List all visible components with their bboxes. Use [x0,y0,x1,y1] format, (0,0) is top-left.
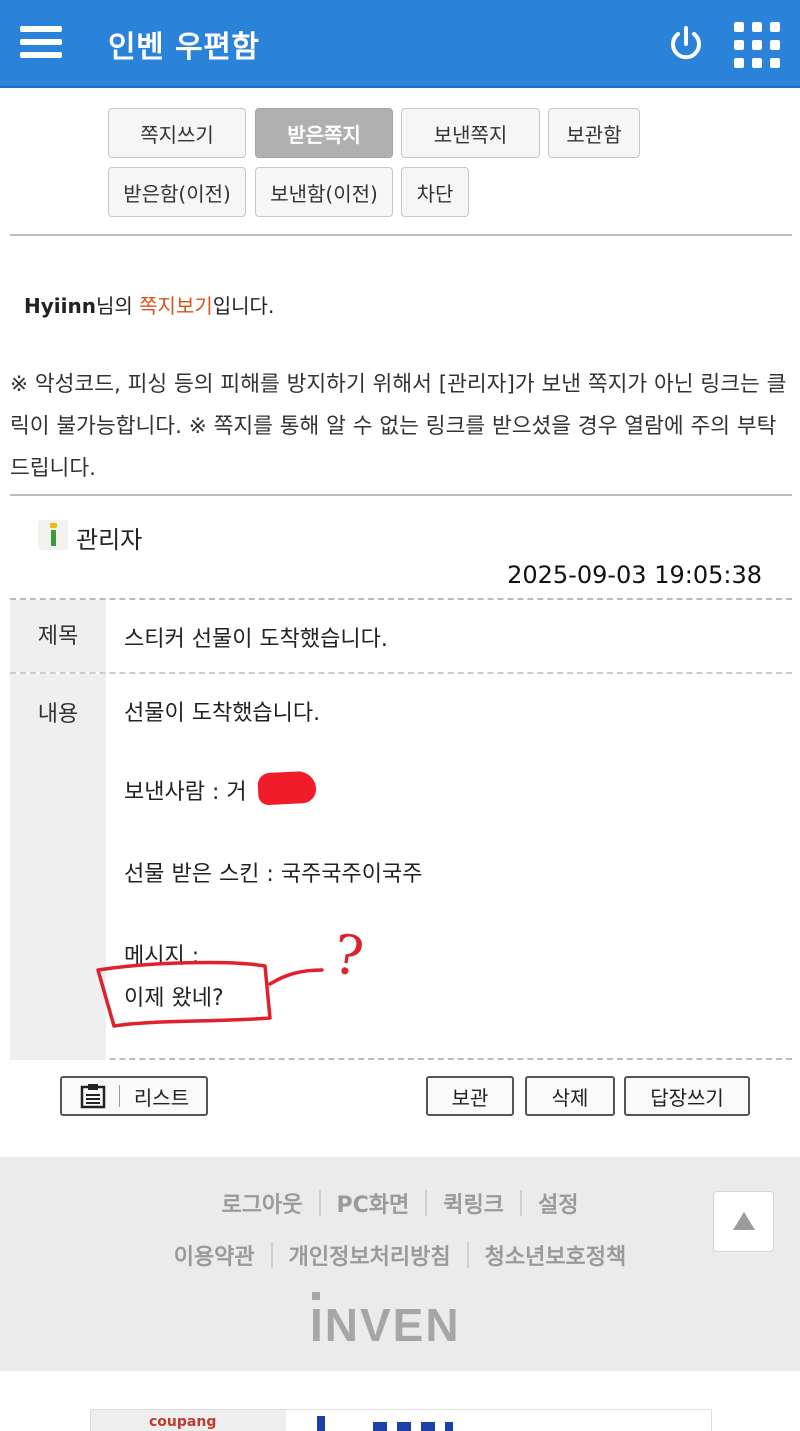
footer-links-primary: 로그아웃 PC화면 퀵링크 설정 [0,1186,800,1220]
delete-button[interactable]: 삭제 [525,1076,615,1116]
inven-logo: INVEN [310,1292,461,1352]
logo-text: INVEN [310,1299,461,1351]
admin-badge-icon [38,520,68,550]
separator [318,1190,321,1216]
page-title: 인벤 우편함 [108,30,260,65]
save-button[interactable]: 보관 [426,1076,514,1116]
youth-policy-link[interactable]: 청소년보호정책 [485,1239,627,1271]
settings-link[interactable]: 설정 [538,1187,578,1219]
divider [10,494,792,496]
ad-banner[interactable]: coupang [90,1409,712,1431]
tab-storage[interactable]: 보관함 [548,108,640,158]
message-subject: 스티커 선물이 도착했습니다. [124,627,388,652]
subject-label: 제목 [10,600,106,672]
list-label: 리스트 [133,1085,190,1110]
tab-write[interactable]: 쪽지쓰기 [108,108,246,158]
divider [10,234,792,236]
intro-suffix-end: 입니다. [212,294,275,318]
sender-name[interactable]: 관리자 [76,520,142,555]
reply-button[interactable]: 답장쓰기 [624,1076,750,1116]
privacy-link[interactable]: 개인정보처리방침 [289,1239,451,1271]
username: Hyiinn [24,294,96,318]
tab-received-old[interactable]: 받은함(이전) [108,167,246,217]
quicklink-link[interactable]: 퀵링크 [443,1187,504,1219]
content-skin: 선물 받은 스킨 : 국주국주이국주 [124,862,423,887]
separator [425,1190,428,1216]
scroll-top-button[interactable] [713,1191,774,1252]
logout-link[interactable]: 로그아웃 [222,1187,303,1219]
list-button[interactable]: 리스트 [60,1076,208,1116]
tab-block[interactable]: 차단 [401,167,469,217]
apps-grid-icon[interactable] [734,22,780,68]
intro-suffix: 님의 [95,294,140,318]
view-label: 쪽지보기 [139,294,213,318]
power-icon[interactable] [666,24,706,64]
tab-sent[interactable]: 보낸쪽지 [401,108,540,158]
intro-text: Hyiinn님의 쪽지보기입니다. [24,290,274,319]
ad-cell [287,1410,477,1431]
ad-brand: coupang [149,1414,217,1430]
top-header: 인벤 우편함 [0,0,800,88]
tab-received[interactable]: 받은쪽지 [255,108,393,158]
terms-link[interactable]: 이용약관 [174,1239,255,1271]
clipboard-icon [80,1084,106,1109]
separator [270,1242,273,1268]
separator [519,1190,522,1216]
pc-view-link[interactable]: PC화면 [337,1187,410,1219]
message-date: 2025-09-03 19:05:38 [507,561,762,589]
content-line: 선물이 도착했습니다. [124,701,321,726]
separator [466,1242,469,1268]
security-notice: ※ 악성코드, 피싱 등의 피해를 방지하기 위해서 [관리자]가 보낸 쪽지가… [10,372,787,481]
content-sender: 보낸사람 : 거 [124,780,247,805]
footer-links-secondary: 이용약관 개인정보처리방침 청소년보호정책 [0,1238,800,1272]
ad-cell: coupang [91,1410,286,1431]
menu-icon[interactable] [20,22,62,62]
separator [118,1085,120,1107]
redaction-mark [257,770,317,806]
row-divider [10,672,792,674]
tab-sent-old[interactable]: 보낸함(이전) [255,167,393,217]
